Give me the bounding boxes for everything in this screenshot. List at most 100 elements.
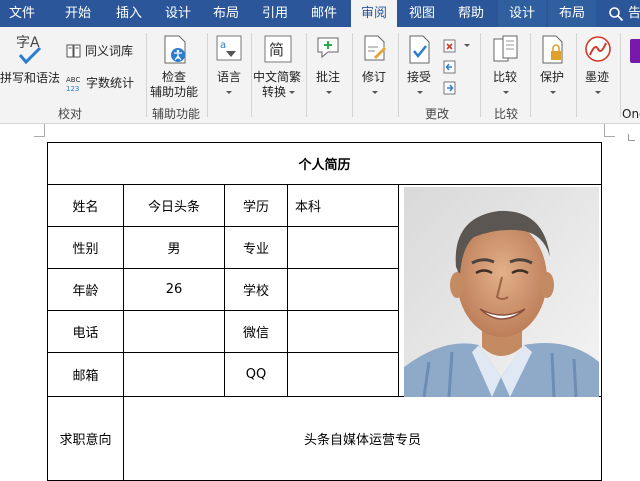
group-separator xyxy=(576,33,577,117)
protect-label: 保护 xyxy=(540,70,565,84)
accessibility-group-label: 辅助功能 xyxy=(151,107,200,121)
check-accessibility-label-2: 辅助功能 xyxy=(150,85,199,99)
resume-table[interactable]: 个人简历 姓名 今日头条 学历 本科 性别 男 专业 年龄 26 学校 电话 微… xyxy=(47,142,602,481)
table-cell-value[interactable] xyxy=(123,352,225,397)
comment-icon xyxy=(317,37,339,59)
compare-button[interactable]: 比较 xyxy=(486,35,526,99)
table-cell-label[interactable]: 姓名 xyxy=(47,184,124,227)
chevron-down-icon xyxy=(289,91,295,94)
compare-label: 比较 xyxy=(493,70,518,84)
tab-mailings[interactable]: 邮件 xyxy=(302,0,346,27)
margin-corner-mark xyxy=(34,124,45,137)
chinese-convert-label: 中文简繁 xyxy=(253,70,302,84)
previous-change-icon[interactable] xyxy=(443,60,457,74)
spelling-label: 拼写和语法 xyxy=(0,71,61,85)
table-cell-value[interactable]: 男 xyxy=(123,226,225,269)
photo-cell[interactable] xyxy=(398,184,602,397)
thesaurus-label: 同义词库 xyxy=(85,44,134,58)
protect-button[interactable]: 保护 xyxy=(533,35,573,99)
tab-references[interactable]: 引用 xyxy=(253,0,297,27)
comments-button[interactable]: 批注 xyxy=(309,35,349,99)
spelling-grammar-button[interactable]: 字A 拼写和语法 xyxy=(0,33,62,93)
chevron-down-icon xyxy=(417,91,423,94)
chevron-down-icon xyxy=(503,91,509,94)
table-cell-value[interactable]: 26 xyxy=(123,268,225,311)
comments-label: 批注 xyxy=(316,70,341,84)
tab-design[interactable]: 设计 xyxy=(156,0,200,27)
group-separator xyxy=(251,33,252,117)
table-cell-value[interactable]: 今日头条 xyxy=(123,184,225,227)
track-changes-icon xyxy=(364,35,386,61)
word-count-button[interactable]: ABC 123 字数统计 xyxy=(66,75,138,93)
table-cell-value[interactable]: 头条自媒体运营专员 xyxy=(123,396,602,481)
accessibility-check-icon xyxy=(164,35,186,64)
table-cell-value[interactable] xyxy=(287,226,399,269)
chinese-conversion-button[interactable]: 简 中文简繁 转换 xyxy=(253,35,303,105)
proofing-group-label: 校对 xyxy=(57,107,82,121)
tell-me-label[interactable]: 告 xyxy=(628,0,640,27)
reject-icon[interactable] xyxy=(443,39,457,53)
table-cell-value[interactable] xyxy=(287,310,399,353)
document-page[interactable]: 个人简历 姓名 今日头条 学历 本科 性别 男 专业 年龄 26 学校 电话 微… xyxy=(0,124,640,481)
table-cell-label[interactable]: 学校 xyxy=(224,268,288,311)
group-separator xyxy=(530,33,531,117)
word-count-label: 字数统计 xyxy=(86,76,135,90)
tab-view[interactable]: 视图 xyxy=(400,0,444,27)
thesaurus-button[interactable]: 同义词库 xyxy=(66,43,138,61)
next-change-icon[interactable] xyxy=(443,81,457,95)
tab-home[interactable]: 开始 xyxy=(56,0,100,27)
table-cell-label[interactable]: 年龄 xyxy=(47,268,124,311)
spelling-check-icon: 字A xyxy=(16,35,42,65)
table-cell-label[interactable]: 微信 xyxy=(224,310,288,353)
tab-layout[interactable]: 布局 xyxy=(204,0,248,27)
chevron-down-icon[interactable] xyxy=(464,44,470,47)
ribbon-tab-bar: 文件 开始 插入 设计 布局 引用 邮件 审阅 视图 帮助 设计 布局 告 xyxy=(0,0,640,27)
tab-help[interactable]: 帮助 xyxy=(449,0,493,27)
search-icon[interactable] xyxy=(608,6,624,22)
tab-insert[interactable]: 插入 xyxy=(107,0,151,27)
profile-photo[interactable] xyxy=(404,187,599,397)
book-icon xyxy=(66,44,81,58)
table-cell-value[interactable] xyxy=(123,310,225,353)
changes-group-label: 更改 xyxy=(424,107,449,121)
group-separator xyxy=(207,33,208,117)
tab-file[interactable]: 文件 xyxy=(0,0,44,27)
tab-table-design[interactable]: 设计 xyxy=(498,0,546,27)
svg-text:123: 123 xyxy=(66,85,79,93)
ink-label: 墨迹 xyxy=(585,70,610,84)
svg-text:字A: 字A xyxy=(16,35,40,51)
table-cell-label[interactable]: 专业 xyxy=(224,226,288,269)
resume-title[interactable]: 个人简历 xyxy=(47,142,602,185)
table-cell-value[interactable] xyxy=(287,352,399,397)
language-icon: a xyxy=(216,35,242,61)
table-cell-label[interactable]: 性别 xyxy=(47,226,124,269)
table-cell-label[interactable]: 学历 xyxy=(224,184,288,227)
onenote-button[interactable]: One xyxy=(622,35,640,121)
compare-group-label: 比较 xyxy=(493,107,518,121)
language-button[interactable]: a 语言 xyxy=(210,35,248,99)
accept-button[interactable]: 接受 xyxy=(402,35,438,99)
table-cell-value[interactable]: 本科 xyxy=(287,184,399,227)
check-accessibility-label: 检查 xyxy=(162,70,187,84)
table-cell-label[interactable]: 求职意向 xyxy=(47,396,124,481)
compare-icon xyxy=(493,35,518,62)
scroll-mark xyxy=(628,134,635,141)
ink-button[interactable]: 墨迹 xyxy=(578,35,618,99)
table-cell-value[interactable] xyxy=(287,268,399,311)
table-cell-label[interactable]: 电话 xyxy=(47,310,124,353)
tab-table-layout[interactable]: 布局 xyxy=(548,0,596,27)
svg-text:ABC: ABC xyxy=(66,76,80,84)
lock-icon xyxy=(542,35,563,64)
chevron-down-icon xyxy=(550,91,556,94)
table-cell-label[interactable]: QQ xyxy=(224,352,288,397)
tab-review[interactable]: 审阅 xyxy=(351,0,397,27)
onenote-label: One xyxy=(622,107,640,121)
track-changes-button[interactable]: 修订 xyxy=(355,35,395,99)
margin-corner-mark xyxy=(604,124,615,137)
language-label: 语言 xyxy=(217,70,242,84)
check-accessibility-button[interactable]: 检查 辅助功能 xyxy=(148,35,204,99)
track-changes-label: 修订 xyxy=(362,70,387,84)
table-cell-label[interactable]: 邮箱 xyxy=(47,352,124,397)
ribbon-review: 字A 拼写和语法 同义词库 ABC 123 字数统计 校对 检查 辅助功能 辅助… xyxy=(0,27,640,124)
ink-icon xyxy=(585,36,611,62)
